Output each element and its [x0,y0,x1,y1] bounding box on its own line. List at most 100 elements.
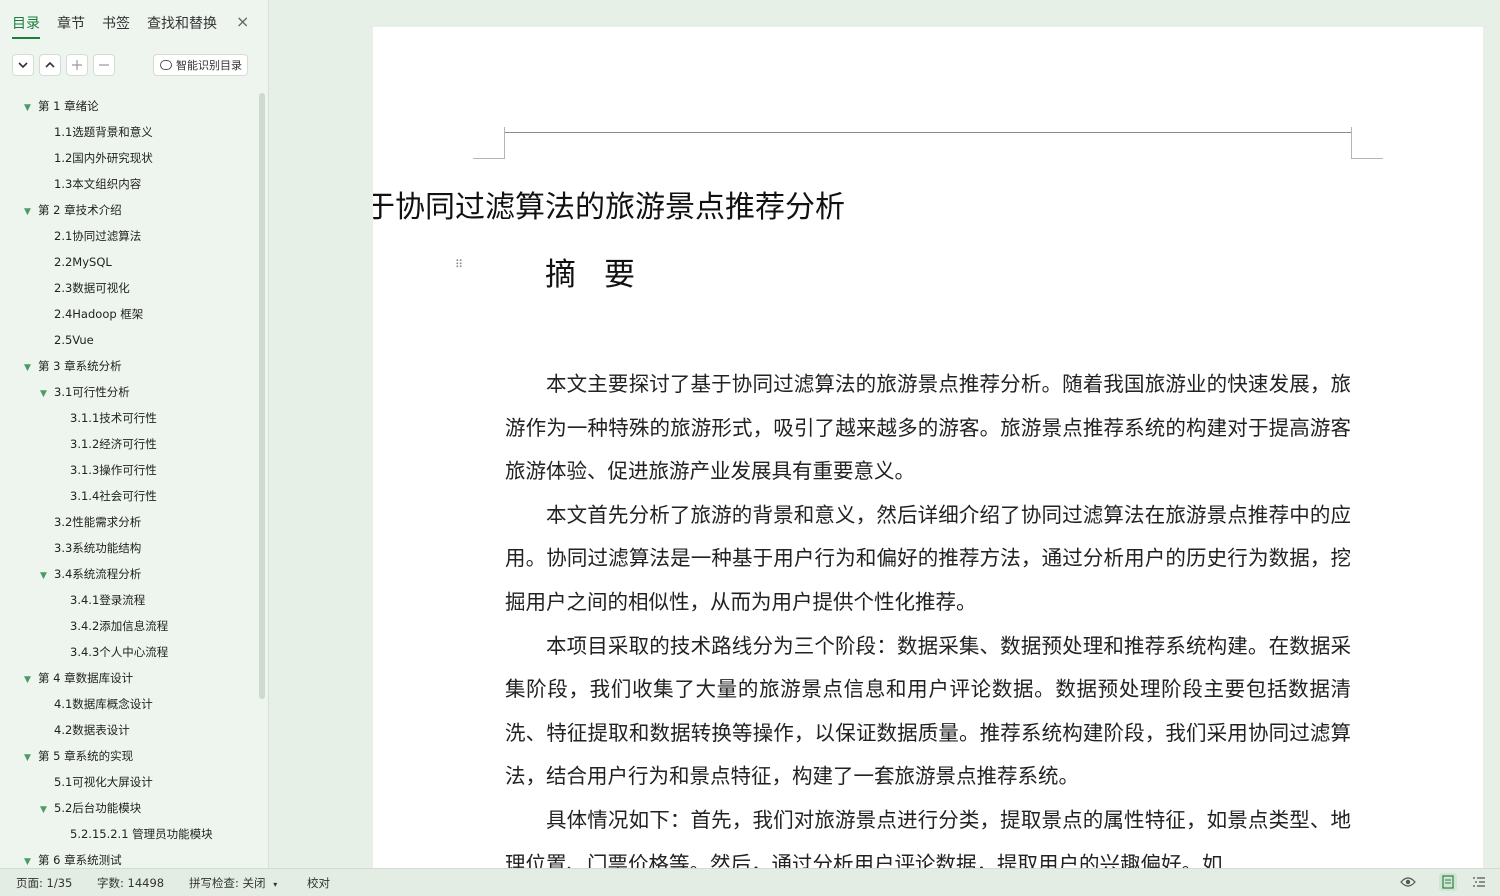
toc-item-label: 第 3 章系统分析 [38,359,122,373]
toc-item[interactable]: ▼ 3.4系统流程分析 [40,561,141,587]
tab-find-replace[interactable]: 查找和替换 [147,14,217,34]
toc-toolbar [12,54,120,76]
toc-item-label: 5.2.15.2.1 管理员功能模块 [70,827,213,841]
smart-toc-label: 智能识别目录 [176,59,242,72]
toc-item[interactable]: 2.5Vue [40,327,94,353]
toc-item[interactable]: 3.4.3个人中心流程 [56,639,168,665]
toc-sidebar: 目录 章节 书签 查找和替换 × 智能识别目录 ▼ 第 1 章绪论 1.1选题背景和… [0,0,269,868]
expand-arrow-icon[interactable]: ▼ [40,563,54,589]
toc-item-label: 1.1选题背景和意义 [54,125,153,139]
toc-item[interactable]: 5.2.15.2.1 管理员功能模块 [56,821,213,847]
expand-arrow-icon[interactable]: ▼ [24,95,38,121]
expand-arrow-icon[interactable]: ▼ [24,745,38,771]
toc-item[interactable]: 1.3本文组织内容 [40,171,141,197]
toc-tree: ▼ 第 1 章绪论 1.1选题背景和意义 1.2国内外研究现状 1.3本文组织内容 ▼ 第 … [0,93,258,868]
drag-handle-icon[interactable]: ⠿ [455,259,464,270]
toc-item[interactable]: 3.4.2添加信息流程 [56,613,168,639]
toc-item[interactable]: 2.4Hadoop 框架 [40,301,143,327]
minus-icon[interactable] [93,54,115,76]
chevron-up-icon[interactable] [39,54,61,76]
toc-item-label: 3.1.3操作可行性 [70,463,157,477]
toc-item-label: 5.2后台功能模块 [54,801,142,815]
toc-item[interactable]: 5.1可视化大屏设计 [40,769,153,795]
tab-bookmarks[interactable]: 书签 [102,14,130,34]
margin-corner-tl [504,127,505,158]
ai-icon [160,60,172,70]
toc-item-label: 3.4.1登录流程 [70,593,146,607]
tab-chapters[interactable]: 章节 [57,14,85,34]
outline-view-icon[interactable] [1470,873,1488,891]
toc-item-label: 第 5 章系统的实现 [38,749,134,763]
expand-arrow-icon[interactable]: ▼ [24,849,38,868]
spell-check-toggle[interactable]: 拼写检查: 关闭 ▾ [189,875,277,891]
toc-item-label: 第 4 章数据库设计 [38,671,134,685]
toc-item-label: 3.1.4社会可行性 [70,489,157,503]
toc-item[interactable]: 4.1数据库概念设计 [40,691,153,717]
toc-item-label: 第 6 章系统测试 [38,853,122,867]
sidebar-tabs: 目录 章节 书签 查找和替换 [12,13,234,39]
toc-item[interactable]: 2.3数据可视化 [40,275,130,301]
tab-toc[interactable]: 目录 [12,14,40,39]
expand-arrow-icon[interactable]: ▼ [40,381,54,407]
paragraph: 本项目采取的技术路线分为三个阶段：数据采集、数据预处理和推荐系统构建。在数据采集… [505,633,1351,789]
toc-item[interactable]: ▼ 3.1可行性分析 [40,379,130,405]
chevron-down-icon[interactable] [12,54,34,76]
toc-item-label: 2.1协同过滤算法 [54,229,142,243]
expand-arrow-icon[interactable]: ▼ [24,667,38,693]
plus-icon[interactable] [66,54,88,76]
word-count[interactable]: 字数: 14498 [97,875,164,891]
caret-down-icon: ▾ [273,880,278,889]
paragraph: 本文主要探讨了基于协同过滤算法的旅游景点推荐分析。随着我国旅游业的快速发展，旅游… [505,372,1351,484]
toc-item[interactable]: ▼ 第 5 章系统的实现 [24,743,133,769]
toc-item-label: 3.3系统功能结构 [54,541,142,555]
toc-item[interactable]: 3.4.1登录流程 [56,587,145,613]
spell-check-label: 拼写检查: 关闭 [189,876,266,890]
toc-item[interactable]: ▼ 第 2 章技术介绍 [24,197,122,223]
toc-item[interactable]: 2.1协同过滤算法 [40,223,141,249]
toc-item[interactable]: ▼ 第 1 章绪论 [24,93,99,119]
toc-item[interactable]: 3.2性能需求分析 [40,509,141,535]
toc-item[interactable]: 3.1.2经济可行性 [56,431,157,457]
toc-item-label: 3.1.1技术可行性 [70,411,157,425]
toc-item[interactable]: 2.2MySQL [40,249,112,275]
paragraph: 本文首先分析了旅游的背景和意义，然后详细介绍了协同过滤算法在旅游景点推荐中的应用… [505,502,1351,614]
toc-item-label: 2.3数据可视化 [54,281,130,295]
toc-item-label: 2.4Hadoop 框架 [54,307,144,321]
expand-arrow-icon[interactable]: ▼ [40,797,54,823]
page-view-icon[interactable] [1439,873,1457,891]
toc-item[interactable]: 3.1.1技术可行性 [56,405,157,431]
toc-item[interactable]: 4.2数据表设计 [40,717,130,743]
toc-item[interactable]: 3.1.4社会可行性 [56,483,157,509]
toc-item-label: 3.4系统流程分析 [54,567,142,581]
toc-item[interactable]: 1.1选题背景和意义 [40,119,153,145]
toc-scrollbar[interactable] [259,93,265,699]
expand-arrow-icon[interactable]: ▼ [24,355,38,381]
toc-item-label: 5.1可视化大屏设计 [54,775,153,789]
page-indicator[interactable]: 页面: 1/35 [16,875,72,891]
toc-item[interactable]: ▼ 第 3 章系统分析 [24,353,122,379]
smart-toc-button[interactable]: 智能识别目录 [153,54,248,76]
margin-corner-tr [1351,127,1352,158]
eye-icon[interactable] [1399,873,1417,891]
toc-item[interactable]: 3.1.3操作可行性 [56,457,157,483]
status-bar: 页面: 1/35 字数: 14498 拼写检查: 关闭 ▾ 校对 [0,868,1500,896]
toc-item[interactable]: ▼ 第 4 章数据库设计 [24,665,133,691]
toc-item-label: 1.3本文组织内容 [54,177,142,191]
toc-item-label: 3.2性能需求分析 [54,515,142,529]
close-icon[interactable]: × [236,12,249,31]
toc-item[interactable]: 1.2国内外研究现状 [40,145,153,171]
toc-item-label: 3.4.2添加信息流程 [70,619,169,633]
document-page[interactable]: 基于协同过滤算法的旅游景点推荐分析 摘要 本文主要探讨了基于协同过滤算法的旅游景… [373,27,1483,868]
abstract-heading: 摘要 [545,257,663,293]
margin-corner-tr-h [1351,158,1383,159]
toc-item-label: 2.2MySQL [54,255,112,269]
toc-item-label: 4.1数据库概念设计 [54,697,153,711]
expand-arrow-icon[interactable]: ▼ [24,199,38,225]
toc-item-label: 第 2 章技术介绍 [38,203,122,217]
toc-item[interactable]: 3.3系统功能结构 [40,535,141,561]
header-line [504,132,1352,133]
margin-corner-tl-h [473,158,505,159]
toc-item[interactable]: ▼ 第 6 章系统测试 [24,847,122,868]
toc-item[interactable]: ▼ 5.2后台功能模块 [40,795,141,821]
proofread-button[interactable]: 校对 [307,875,330,891]
